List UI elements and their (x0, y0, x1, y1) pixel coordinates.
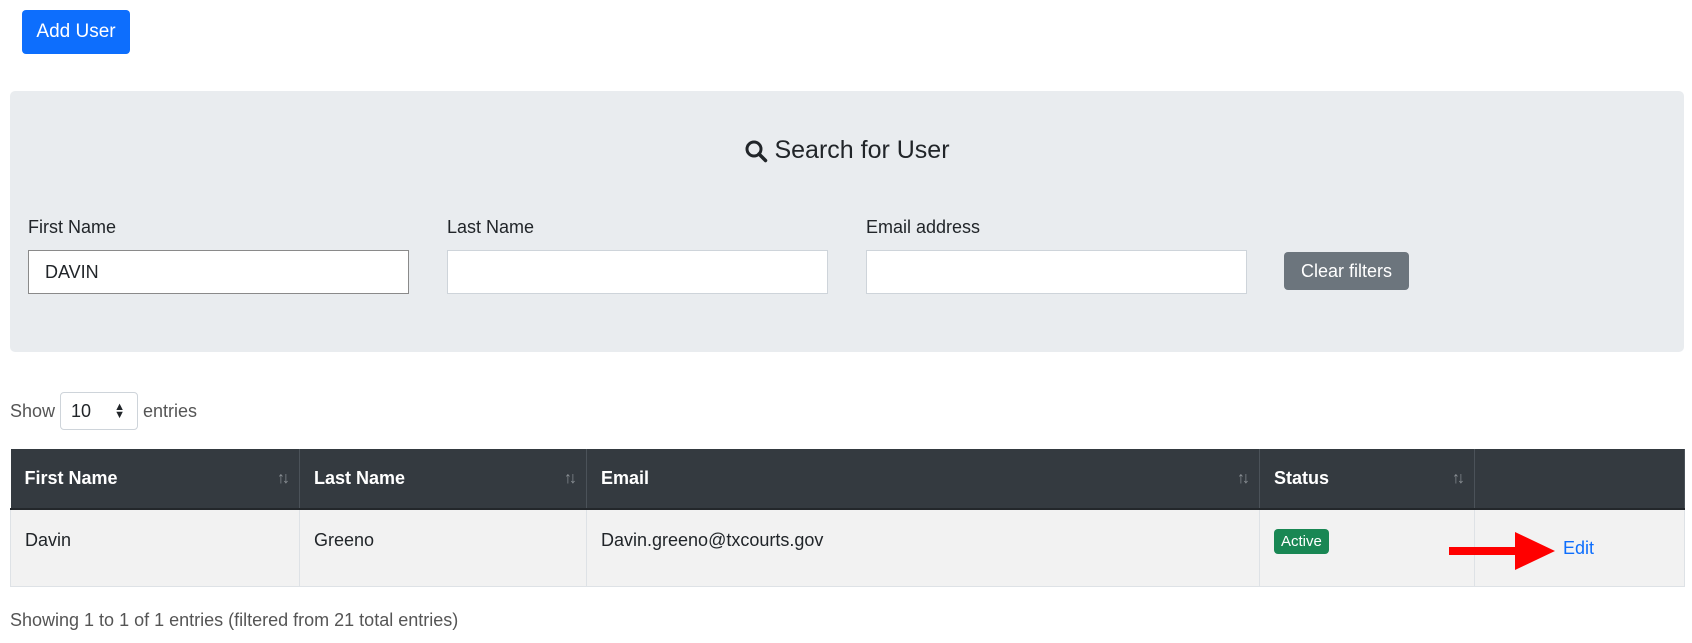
entries-label: entries (143, 400, 198, 421)
search-panel: Search for User First Name Last Name Ema… (10, 91, 1684, 352)
search-title: Search for User (10, 136, 1684, 165)
edit-link[interactable]: Edit (1563, 538, 1594, 559)
first-name-label: First Name (28, 217, 117, 237)
email-label: Email address (866, 217, 981, 237)
select-caret-icon: ▲ ▼ (114, 401, 126, 421)
cell-actions: Edit (1449, 508, 1685, 587)
cell-email: Davin.greeno@txcourts.gov (586, 508, 1260, 587)
header-actions (1474, 449, 1685, 510)
last-name-label: Last Name (447, 217, 535, 237)
table-header-row: First Name ↑↓ Last Name ↑↓ Email ↑↓ Status ↑… (10, 449, 1685, 510)
entries-select-value: 10 (71, 400, 92, 421)
add-user-button[interactable]: Add User (22, 10, 130, 54)
sort-icon: ↑↓ (1452, 469, 1465, 487)
entries-select[interactable]: 10 ▲ ▼ (60, 392, 139, 430)
search-icon (745, 140, 768, 162)
email-input[interactable] (866, 250, 1247, 294)
header-email[interactable]: Email ↑↓ (586, 449, 1260, 510)
header-status[interactable]: Status ↑↓ (1259, 449, 1475, 510)
sort-icon: ↑↓ (1237, 469, 1250, 487)
table-row: Davin Greeno Davin.greeno@txcourts.gov A… (10, 508, 1685, 587)
length-control: Show 10 ▲ ▼ entries (10, 392, 197, 430)
clear-filters-button[interactable]: Clear filters (1284, 252, 1409, 290)
users-table: First Name ↑↓ Last Name ↑↓ Email ↑↓ Status ↑… (10, 449, 1685, 587)
sort-icon: ↑↓ (277, 469, 290, 487)
table-info: Showing 1 to 1 of 1 entries (filtered fr… (10, 610, 459, 630)
red-arrow-icon (1449, 530, 1555, 577)
cell-last-name: Greeno (299, 508, 587, 587)
cell-first-name: Davin (10, 508, 300, 587)
cell-status: Active (1259, 508, 1475, 587)
status-badge: Active (1274, 529, 1329, 554)
sort-icon: ↑↓ (564, 469, 577, 487)
header-first-name[interactable]: First Name ↑↓ (10, 449, 300, 510)
header-last-name[interactable]: Last Name ↑↓ (299, 449, 587, 510)
show-label: Show (10, 400, 56, 421)
last-name-input[interactable] (447, 250, 828, 294)
search-title-text: Search for User (774, 136, 950, 164)
first-name-input[interactable] (28, 250, 409, 294)
